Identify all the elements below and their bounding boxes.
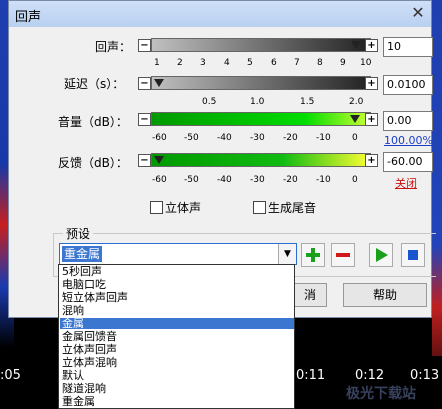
feedback-scale-label: -20 bbox=[283, 175, 298, 185]
echo-decrease-button[interactable]: − bbox=[138, 39, 151, 52]
preset-option[interactable]: 电脑口吃 bbox=[60, 279, 294, 290]
tail-label: 生成尾音 bbox=[268, 201, 317, 215]
feedback-scale-label: -50 bbox=[184, 175, 199, 185]
echo-scale-label: 7 bbox=[294, 58, 300, 68]
delay-slider-thumb[interactable] bbox=[154, 79, 164, 87]
feedback-scale-label: -40 bbox=[217, 175, 232, 185]
feedback-scale-label: 0 bbox=[352, 175, 358, 185]
delay-scale-label: 0.5 bbox=[202, 97, 217, 107]
play-icon bbox=[376, 248, 388, 262]
echo-scale-label: 2 bbox=[177, 58, 183, 68]
volume-value-input[interactable]: 0.00 bbox=[383, 111, 433, 131]
feedback-label: 反馈（dB）： bbox=[58, 156, 128, 170]
volume-scale-label: -10 bbox=[316, 133, 331, 143]
feedback-increase-button[interactable]: + bbox=[365, 154, 378, 167]
echo-scale-label: 9 bbox=[340, 58, 346, 68]
volume-slider[interactable] bbox=[151, 112, 371, 126]
echo-scale-label: 3 bbox=[200, 58, 206, 68]
volume-increase-button[interactable]: + bbox=[365, 113, 378, 126]
help-button[interactable]: 帮助 bbox=[343, 283, 427, 307]
timeline-tick: 0:12 bbox=[355, 368, 385, 383]
echo-increase-button[interactable]: + bbox=[365, 39, 378, 52]
feedback-slider[interactable] bbox=[151, 153, 371, 167]
feedback-value-input[interactable]: -60.00 bbox=[383, 152, 433, 172]
preset-option[interactable]: 立体声回声 bbox=[60, 344, 294, 355]
preset-group-label: 预设 bbox=[63, 225, 94, 242]
volume-scale-label: 0 bbox=[352, 133, 358, 143]
title-bar: 回声 ✕ bbox=[9, 1, 431, 27]
add-preset-button[interactable] bbox=[301, 243, 325, 267]
feedback-decrease-button[interactable]: − bbox=[138, 154, 151, 167]
feedback-scale-label: -30 bbox=[250, 175, 265, 185]
play-preview-button[interactable] bbox=[369, 243, 393, 267]
stereo-checkbox[interactable] bbox=[150, 201, 163, 214]
chevron-down-icon[interactable]: ▼ bbox=[278, 244, 296, 264]
preset-option[interactable]: 立体声混响 bbox=[60, 357, 294, 368]
feedback-scale-label: -60 bbox=[152, 175, 167, 185]
echo-label: 回声： bbox=[95, 40, 132, 54]
preset-option-highlighted[interactable]: 金属 bbox=[60, 318, 294, 329]
volume-slider-thumb[interactable] bbox=[350, 115, 360, 123]
volume-scale-label: -30 bbox=[250, 133, 265, 143]
preset-select[interactable]: 重金属 ▼ bbox=[59, 243, 297, 265]
preset-option[interactable]: 金属回馈音 bbox=[60, 331, 294, 342]
minus-icon bbox=[336, 253, 350, 257]
preset-option[interactable]: 隧道混响 bbox=[60, 383, 294, 394]
volume-scale-label: -50 bbox=[184, 133, 199, 143]
delay-label: 延迟（s）： bbox=[64, 77, 125, 91]
preset-dropdown-list[interactable]: 5秒回声 电脑口吃 短立体声回声 混响 金属 金属回馈音 立体声回声 立体声混响… bbox=[58, 264, 295, 409]
feedback-scale-label: -10 bbox=[316, 175, 331, 185]
preset-option[interactable]: 重金属 bbox=[60, 396, 294, 407]
echo-scale-label: 4 bbox=[224, 58, 230, 68]
volume-percent-link[interactable]: 100.00% bbox=[384, 134, 433, 147]
delay-decrease-button[interactable]: − bbox=[138, 77, 151, 90]
volume-scale-label: -60 bbox=[152, 133, 167, 143]
echo-scale-label: 6 bbox=[271, 58, 277, 68]
preset-option[interactable]: 5秒回声 bbox=[60, 266, 294, 277]
feedback-off-link[interactable]: 关闭 bbox=[395, 175, 417, 191]
timeline-tick: 0:11 bbox=[296, 368, 326, 383]
stop-preview-button[interactable] bbox=[401, 243, 425, 267]
watermark: 极光下载站 bbox=[346, 386, 416, 402]
stop-icon bbox=[408, 250, 418, 260]
delay-scale-label: 2.0 bbox=[349, 97, 364, 107]
timeline-tick: :05 bbox=[0, 368, 21, 383]
volume-scale-label: -20 bbox=[283, 133, 298, 143]
echo-scale-label: 5 bbox=[247, 58, 253, 68]
preset-option[interactable]: 默认 bbox=[60, 370, 294, 381]
stereo-label: 立体声 bbox=[165, 201, 202, 215]
volume-scale-label: -40 bbox=[217, 133, 232, 143]
waveform-right bbox=[432, 0, 442, 409]
delay-slider[interactable] bbox=[151, 76, 371, 90]
echo-slider-thumb[interactable] bbox=[351, 41, 361, 49]
dialog-title: 回声 bbox=[15, 10, 42, 25]
preset-selected-value: 重金属 bbox=[62, 246, 103, 262]
volume-label: 音量（dB）： bbox=[58, 115, 128, 129]
remove-preset-button[interactable] bbox=[331, 243, 355, 267]
delay-scale-label: 1.0 bbox=[250, 97, 265, 107]
delay-value-input[interactable]: 0.0100 bbox=[383, 75, 433, 95]
preset-option[interactable]: 混响 bbox=[60, 305, 294, 316]
feedback-slider-thumb[interactable] bbox=[154, 156, 164, 164]
delay-increase-button[interactable]: + bbox=[365, 77, 378, 90]
plus-icon bbox=[306, 248, 320, 262]
delay-scale-label: 1.5 bbox=[300, 97, 315, 107]
close-icon[interactable]: ✕ bbox=[409, 3, 427, 23]
echo-scale-label: 10 bbox=[360, 58, 372, 68]
echo-value-input[interactable]: 10 bbox=[383, 37, 433, 57]
tail-checkbox[interactable] bbox=[253, 201, 266, 214]
echo-slider[interactable] bbox=[151, 38, 371, 52]
echo-scale-label: 1 bbox=[154, 58, 160, 68]
echo-scale-label: 8 bbox=[317, 58, 323, 68]
preset-option[interactable]: 短立体声回声 bbox=[60, 292, 294, 303]
cancel-button[interactable]: 消 bbox=[293, 283, 327, 307]
timeline-tick: 0:13 bbox=[410, 368, 440, 383]
volume-decrease-button[interactable]: − bbox=[138, 113, 151, 126]
